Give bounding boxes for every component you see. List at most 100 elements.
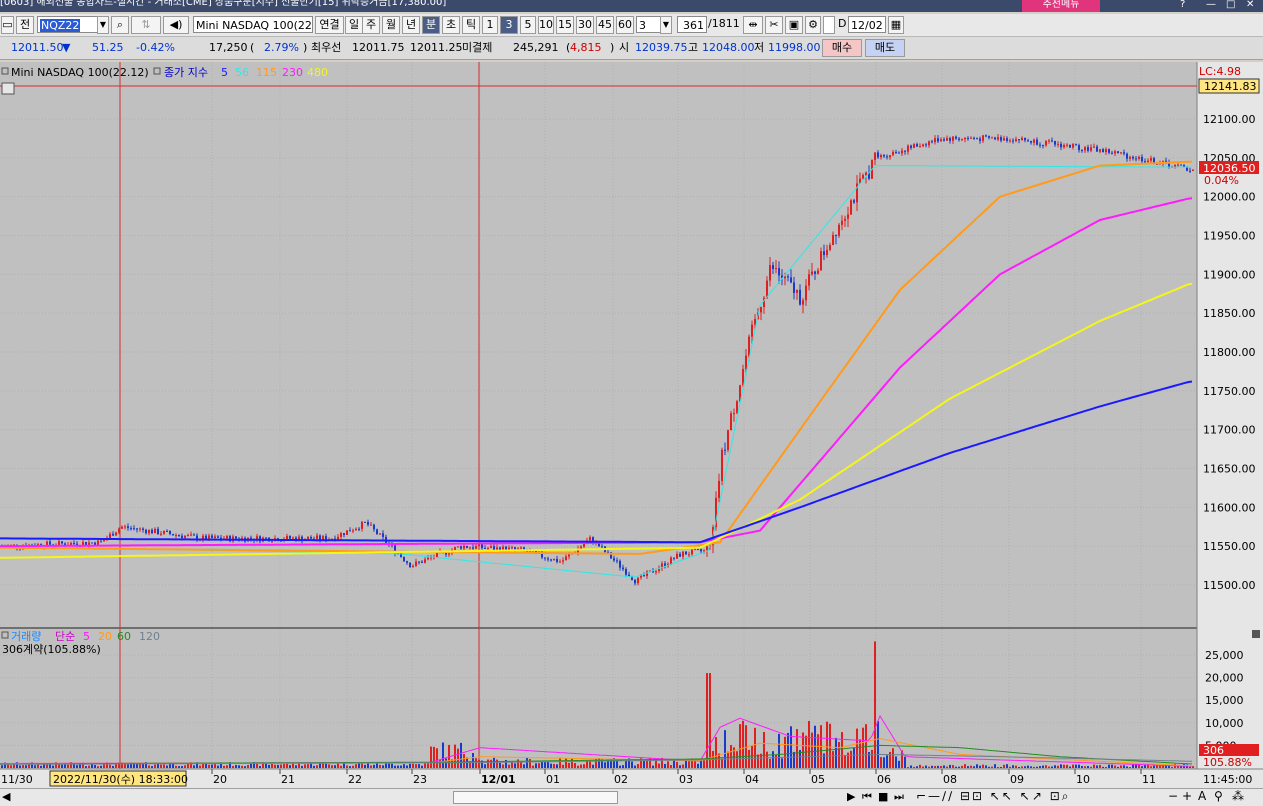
scroll-right-icon[interactable]: ▶ [847,790,855,803]
volume-bar [1048,766,1050,768]
volume-bar [52,765,54,768]
candle-body [175,535,177,537]
candle-body [154,528,156,534]
chevron-down-icon[interactable]: ▼ [97,16,109,34]
chart-canvas[interactable]: 12100.0012050.0012000.0011950.0011900.00… [0,62,1263,788]
gear-icon[interactable]: ⚙ [805,16,821,34]
minute-15[interactable]: 15 [556,16,574,34]
zoom-icon[interactable]: ⇹ [743,16,763,34]
candle-body [904,150,906,152]
volume-bar [283,764,285,768]
volume-bar [754,727,756,768]
minute-5[interactable]: 5 [520,16,536,34]
candle-body [1006,138,1008,141]
close-icon[interactable]: ✕ [1246,0,1254,10]
candle-body [1099,149,1101,152]
candle-body [352,530,354,532]
y-tick-label: 11900.00 [1203,268,1256,281]
period-분[interactable]: 분 [422,16,440,34]
candle-body [865,172,867,176]
all-button[interactable]: 전 [16,16,34,34]
candle-body [682,551,684,557]
help-icon[interactable]: ? [1180,0,1185,10]
zoom-out-icon[interactable]: − [1168,789,1178,803]
volume-bar [988,766,990,768]
link-button[interactable]: 연결 [315,16,344,34]
horizontal-scrollbar-thumb[interactable] [453,791,618,804]
volume-bar [541,761,543,768]
forward-icon[interactable]: ⏭ [894,790,904,804]
rewind-icon[interactable]: ⏮ [862,790,872,804]
maximize-icon[interactable]: □ [1226,0,1235,10]
volume-bar [136,763,138,768]
symbol-name-field: Mini NASDAQ 100(22.1 [193,16,313,33]
zoom-in-icon[interactable]: + [1182,789,1192,803]
candle-body [1141,156,1143,162]
sell-button[interactable]: 매도 [865,39,905,57]
candle-body [103,540,105,542]
volume-bar [211,764,213,768]
volume-bar [298,763,300,768]
candle-body [760,307,762,313]
period-초[interactable]: 초 [442,16,460,34]
minute-60[interactable]: 60 [616,16,634,34]
search-icon[interactable]: ⌕ [111,16,129,34]
minute-1[interactable]: 1 [482,16,498,34]
candle-body [376,529,378,535]
save-icon[interactable]: ▣ [785,16,803,34]
candle-body [940,139,942,142]
scroll-left-icon[interactable]: ◀ [2,790,10,803]
minute-10[interactable]: 10 [538,16,554,34]
volume-bar [880,757,882,768]
volume-bar [1021,766,1023,768]
volume-bar [247,764,249,768]
candle-body [1000,137,1002,141]
link-icon[interactable]: ⇅ [131,16,161,34]
volume-bar [460,742,462,768]
period-일[interactable]: 일 [345,16,363,34]
volume-bar [25,765,27,768]
volume-bar [727,751,729,768]
x-tick-label: 08 [943,773,957,786]
date-input[interactable]: 12/02 [848,16,886,33]
minimize-icon[interactable]: — [1206,0,1216,10]
period-주[interactable]: 주 [362,16,380,34]
candle-body [562,560,564,562]
count-input[interactable]: 361 [677,16,707,33]
grid-toggle-icon[interactable] [1,82,15,95]
stop-icon[interactable]: ■ [878,790,888,803]
sound-icon[interactable]: ◀) [163,16,189,34]
date-checkbox[interactable] [823,16,835,34]
volume-bar [523,764,525,768]
volume-bar [46,764,48,768]
volume-bar [715,737,717,768]
chart-area[interactable]: 12100.00 12050.00 12000.00 11950.00 11900.00… [0,62,1263,788]
crosshair-icon[interactable]: ✂ [765,16,783,34]
text-tool-icon[interactable]: A [1198,789,1206,803]
period-년[interactable]: 년 [402,16,420,34]
minute-45[interactable]: 45 [596,16,614,34]
candle-body [691,549,693,555]
calendar-icon[interactable]: ▦ [888,16,904,34]
layout-icon[interactable]: ▭ [1,16,14,34]
minute-30[interactable]: 30 [576,16,594,34]
minute-3[interactable]: 3 [500,16,518,34]
period-틱[interactable]: 틱 [462,16,480,34]
candle-body [778,268,780,276]
volume-bar [1066,764,1068,768]
drawing-tools-icon[interactable]: ⌐—∕∕ ⊟⊡ ↖↖ ↖↗ ⊡⌕ [916,789,1071,804]
volume-bar [814,725,816,768]
buy-button[interactable]: 매수 [822,39,862,57]
panel-divider[interactable] [0,627,1263,629]
chevron-down-icon[interactable]: ▼ [660,16,672,34]
more-tools-icon[interactable]: ⁂ [1232,789,1244,803]
volume-bar [169,764,171,768]
symbol-code-text: NQZ22 [40,19,81,32]
period-월[interactable]: 월 [382,16,400,34]
volume-bar [1123,765,1125,768]
volume-bar [178,766,180,768]
tools-icon[interactable]: ⚲ [1214,789,1223,803]
volume-panel-close-icon[interactable] [1252,630,1260,638]
candle-body [163,530,165,534]
promo-menu-button[interactable]: 추천메뉴 [1022,0,1100,12]
